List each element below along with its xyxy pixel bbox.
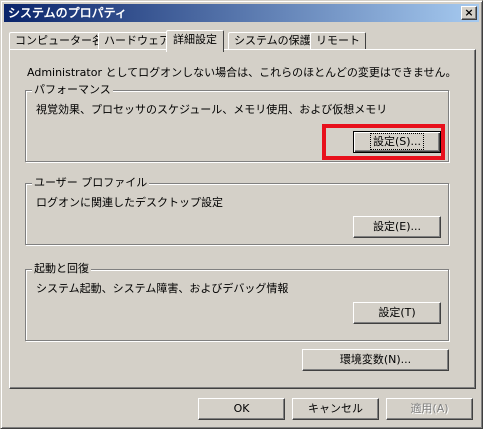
- tab-computer-name[interactable]: コンピューター名: [9, 32, 109, 50]
- performance-description: 視覚効果、プロセッサのスケジュール、メモリ使用、および仮想メモリ: [36, 103, 388, 116]
- close-button[interactable]: ×: [461, 6, 477, 20]
- tab-hardware[interactable]: ハードウェア: [98, 32, 176, 50]
- performance-settings-label: 設定(S)...: [369, 133, 425, 150]
- environment-variables-button[interactable]: 環境変数(N)...: [302, 349, 449, 371]
- user-profile-settings-button[interactable]: 設定(E)...: [353, 216, 441, 238]
- user-profile-title: ユーザー プロファイル: [32, 176, 150, 190]
- user-profile-description: ログオンに関連したデスクトップ設定: [36, 196, 223, 209]
- startup-recovery-title: 起動と回復: [32, 262, 91, 276]
- admin-notice: Administrator としてログオンしない場合は、これらのほとんどの変更は…: [27, 66, 457, 79]
- user-profile-group: ユーザー プロファイル ログオンに関連したデスクトップ設定 設定(E)...: [25, 176, 449, 245]
- ok-button[interactable]: OK: [198, 398, 285, 420]
- user-profile-settings-label: 設定(E)...: [372, 220, 422, 233]
- performance-group: パフォーマンス 視覚効果、プロセッサのスケジュール、メモリ使用、および仮想メモリ…: [25, 83, 449, 162]
- performance-settings-button[interactable]: 設定(S)...: [353, 131, 441, 153]
- startup-recovery-settings-button[interactable]: 設定(T): [353, 302, 441, 324]
- close-icon: ×: [464, 6, 474, 19]
- system-properties-window: システムのプロパティ × コンピューター名 ハードウェア 詳細設定 システムの保…: [0, 0, 483, 429]
- tab-advanced[interactable]: 詳細設定: [166, 30, 224, 52]
- apply-label: 適用(A): [410, 402, 449, 415]
- tab-system-protection[interactable]: システムの保護: [228, 32, 317, 50]
- environment-variables-label: 環境変数(N)...: [339, 353, 412, 366]
- performance-title: パフォーマンス: [32, 83, 113, 97]
- startup-recovery-description: システム起動、システム障害、およびデバッグ情報: [36, 282, 289, 295]
- window-title: システムのプロパティ: [8, 6, 127, 20]
- title-bar[interactable]: システムのプロパティ ×: [4, 4, 479, 22]
- startup-recovery-settings-label: 設定(T): [378, 306, 416, 319]
- startup-recovery-group: 起動と回復 システム起動、システム障害、およびデバッグ情報 設定(T): [25, 262, 449, 341]
- tab-remote[interactable]: リモート: [310, 32, 366, 50]
- cancel-button[interactable]: キャンセル: [292, 398, 379, 420]
- cancel-label: キャンセル: [308, 402, 363, 415]
- ok-label: OK: [233, 402, 250, 415]
- apply-button[interactable]: 適用(A): [386, 398, 473, 420]
